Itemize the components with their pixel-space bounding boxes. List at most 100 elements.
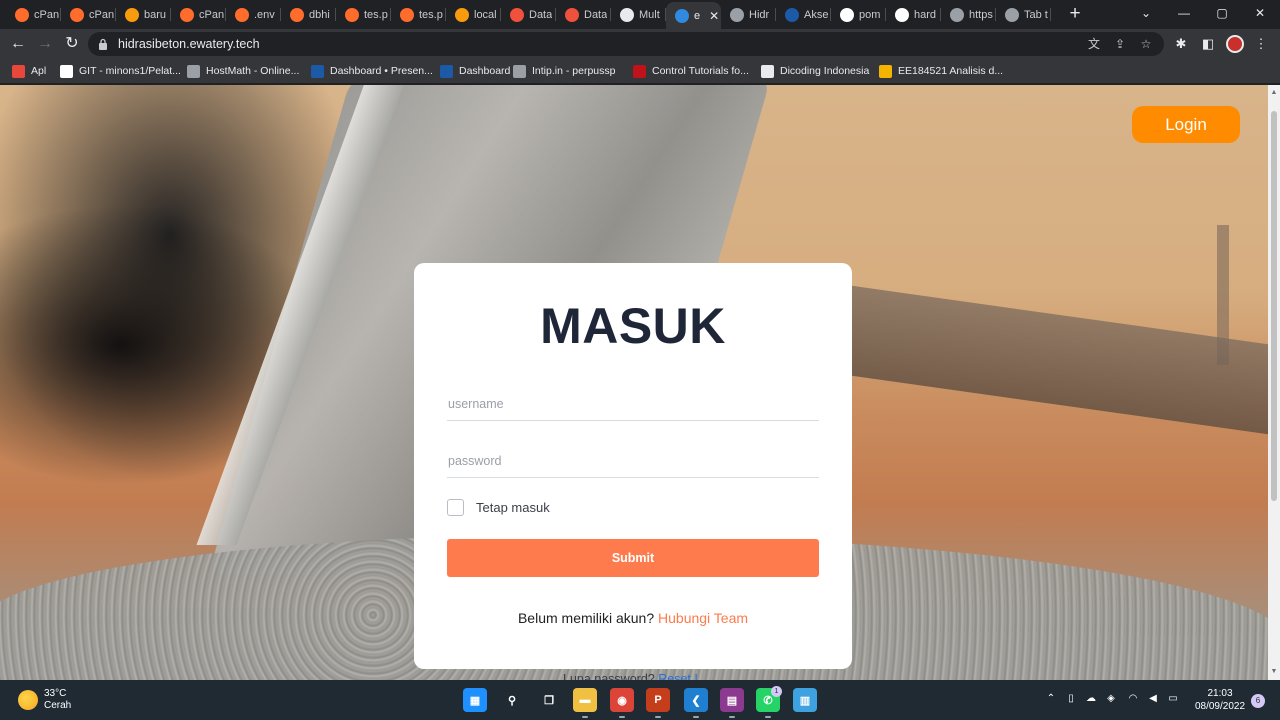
browser-tab[interactable]: Hidr [721,4,776,25]
running-app-indicator [582,716,588,718]
google-icon [840,7,854,22]
bookmarks-bar: Apl GIT - minons1/Pelat... HostMath - Onli… [0,58,1280,84]
minimize-button[interactable]: — [1174,4,1194,22]
browser-tab[interactable]: tes.p [391,4,446,25]
windows-start-icon[interactable]: ▦ [463,688,487,712]
windows-taskbar: 33°C Cerah ⌃ ▯ ☁ ◈ ◠ ◀ ▭ 21:03 08/09/202… [0,680,1280,720]
browser-tab-label: pom [859,8,881,21]
bookmark-item[interactable]: Dashboard • Presen... [311,63,433,79]
vscode-icon[interactable]: ❮ [684,688,708,712]
signup-prompt-text: Belum memiliki akun? [517,610,655,626]
running-app-indicator [765,716,771,718]
notification-badge[interactable]: 6 [1251,694,1265,708]
tab-search-icon[interactable]: ⌄ [1136,4,1156,22]
weather-widget[interactable]: 33°C Cerah [18,688,71,712]
profile-avatar[interactable] [1226,35,1244,53]
bookmark-item[interactable]: EE184521 Analisis d... [879,63,1003,79]
bookmark-item[interactable]: Dashboard [440,63,510,79]
bookmark-item[interactable]: Dicoding Indonesia [761,63,869,79]
its-icon [785,7,799,22]
file-explorer-icon[interactable]: ▬ [573,688,597,712]
browser-tab[interactable]: .env [226,4,281,25]
phpmyadmin-icon [455,7,469,22]
forgot-password-text: Lupa password? [563,672,655,680]
login-card: MASUK Tetap masuk Submit Belum memiliki … [414,263,852,669]
bookmark-item[interactable]: HostMath - Online... [187,63,299,79]
scroll-up-arrow-icon[interactable]: ▲ [1270,89,1278,97]
submit-button[interactable]: Submit [447,539,819,577]
scroll-down-arrow-icon[interactable]: ▼ [1270,668,1278,676]
scrollbar-thumb[interactable] [1271,111,1277,501]
new-tab-button[interactable]: + [1066,4,1084,24]
browser-tab[interactable]: Mult [611,4,666,25]
winrar-icon[interactable]: ▤ [720,688,744,712]
browser-tab[interactable]: Data [556,4,611,25]
browser-tab-label: dbhi [309,8,330,21]
bookmark-label: HostMath - Online... [206,65,300,77]
page-viewport: Login MASUK Tetap masuk Submit Belum mem… [0,85,1268,680]
forward-arrow-icon[interactable]: → [35,34,55,54]
username-input[interactable] [447,387,819,421]
task-view-icon[interactable]: ❐ [537,688,561,712]
translate-icon[interactable]: 文 [1086,36,1102,52]
browser-tab[interactable]: Tab t [996,4,1051,25]
google-icon [895,7,909,22]
browser-tab[interactable]: Akse [776,4,831,25]
defender-icon[interactable]: ◈ [1104,692,1118,706]
notepad-icon[interactable]: ▥ [793,688,817,712]
browser-tab[interactable]: https [941,4,996,25]
browser-tab[interactable]: hard [886,4,941,25]
extensions-icon[interactable]: ✱ [1172,35,1190,53]
globe-icon [187,64,200,78]
page-scrollbar[interactable]: ▲ ▼ [1268,85,1280,680]
wifi-icon[interactable]: ◠ [1126,692,1140,706]
password-input[interactable] [447,444,819,478]
browser-tab[interactable]: cPan [6,4,61,25]
reset-password-link[interactable]: Reset ! [658,672,698,680]
browser-tab[interactable]: baru [116,4,171,25]
back-arrow-icon[interactable]: ← [8,34,28,54]
browser-tab-label: local [474,8,497,21]
reload-icon[interactable]: ↻ [62,34,82,54]
cpanel-icon [235,7,249,22]
tray-overflow-icon[interactable]: ⌃ [1044,692,1058,706]
browser-toolbar: ← → ↻ hidrasibeton.ewatery.tech 文 ⇪ ☆ ✱ … [0,29,1280,58]
close-window-button[interactable]: ✕ [1250,4,1270,22]
globe-icon [730,7,744,22]
share-icon[interactable]: ⇪ [1112,36,1128,52]
volume-icon[interactable]: ◀ [1146,692,1160,706]
system-clock[interactable]: 21:03 08/09/2022 [1190,687,1250,713]
login-button[interactable]: Login [1132,106,1240,143]
browser-tab[interactable]: Data [501,4,556,25]
battery-icon[interactable]: ▭ [1166,692,1180,706]
bookmark-item[interactable]: GIT - minons1/Pelat... [60,63,181,79]
chrome-icon[interactable]: ◉ [610,688,634,712]
browser-tab-label: cPan [89,8,115,21]
browser-tab[interactable]: tes.p [336,4,391,25]
onedrive-icon[interactable]: ☁ [1084,692,1098,706]
powerpoint-icon[interactable]: P [646,688,670,712]
close-tab-icon[interactable]: ✕ [709,9,719,23]
usb-device-icon[interactable]: ▯ [1064,692,1078,706]
bookmark-item[interactable]: Intip.in - perpussp [513,63,615,79]
browser-tab[interactable]: pom [831,4,886,25]
bookmark-star-icon[interactable]: ☆ [1138,36,1154,52]
contact-team-link[interactable]: Hubungi Team [658,610,748,626]
bookmark-item[interactable]: Apl [12,63,46,79]
side-panel-icon[interactable]: ◧ [1199,35,1217,53]
browser-tab-label: cPan [199,8,225,21]
maximize-button[interactable]: ▢ [1212,4,1232,22]
browser-tab-label: Mult [639,8,660,21]
search-icon[interactable]: ⚲ [500,688,524,712]
browser-tab[interactable]: dbhi [281,4,336,25]
browser-tab[interactable]: cPan [171,4,226,25]
menu-kebab-icon[interactable]: ⋮ [1252,35,1270,53]
address-bar[interactable]: hidrasibeton.ewatery.tech 文 ⇪ ☆ [88,32,1164,56]
browser-tab[interactable]: e ✕ [666,2,721,29]
bookmark-label: Intip.in - perpussp [532,65,616,77]
bookmark-item[interactable]: Control Tutorials fo... [633,63,749,79]
bookmark-label: Apl [31,65,47,77]
browser-tab[interactable]: local [446,4,501,25]
remember-me-checkbox[interactable] [447,499,464,516]
browser-tab[interactable]: cPan [61,4,116,25]
